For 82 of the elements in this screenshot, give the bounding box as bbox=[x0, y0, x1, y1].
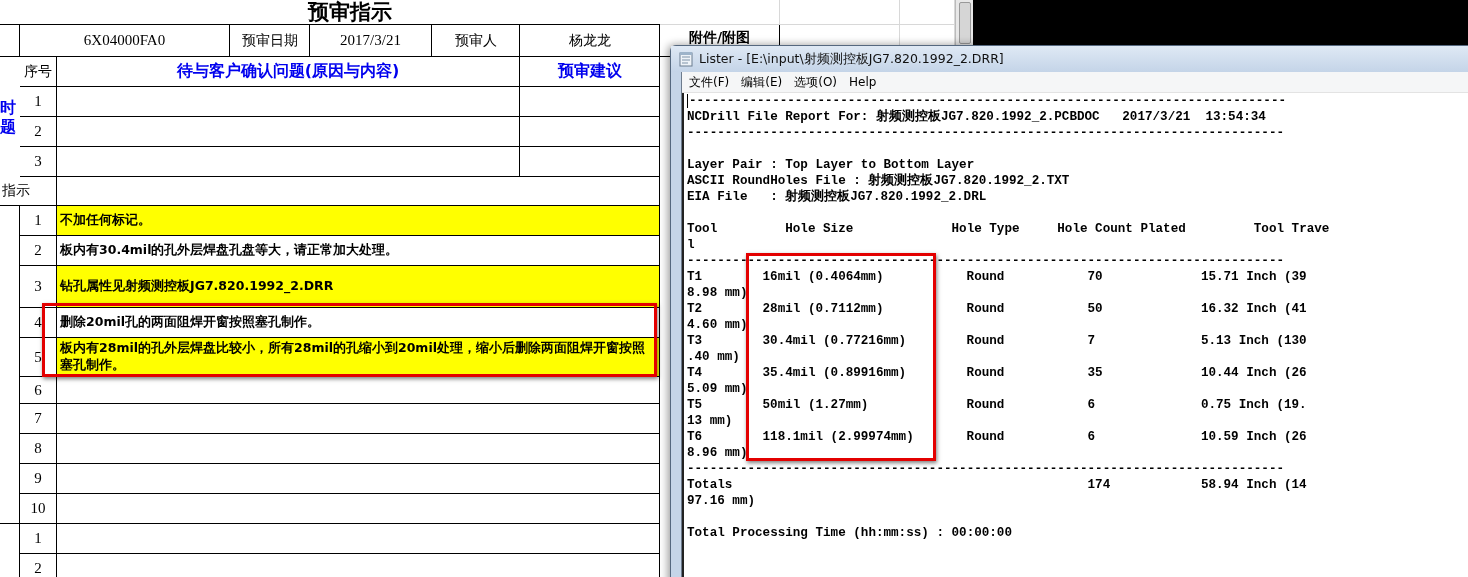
report-cell-text: T2 bbox=[687, 301, 704, 317]
report-cell-text: 118.1mil (2.99974mm) bbox=[762, 429, 915, 445]
report-line: ------------------------------------------------------------------------------- bbox=[687, 125, 1285, 141]
report-cell-text: 8.98 mm) bbox=[687, 285, 749, 301]
table-cell: 7 bbox=[20, 404, 57, 434]
report-cell-text: 10.59 Inch (26 bbox=[1200, 429, 1308, 445]
table-cell: 2 bbox=[20, 236, 57, 266]
report-cell-text: 5.09 mm) bbox=[687, 381, 749, 397]
report-cell-text: Round bbox=[966, 365, 1006, 381]
report-cell-text: 28mil (0.7112mm) bbox=[762, 301, 885, 317]
table-cell: 钻孔属性见射频测控板JG7.820.1992_2.DRR bbox=[57, 266, 660, 308]
report-line: EIA File : 射频测控板JG7.820.1992_2.DRL bbox=[687, 189, 987, 205]
report-cell-text: T4 bbox=[687, 365, 704, 381]
side-label: 时题 bbox=[0, 97, 16, 137]
report-cell-text: Round bbox=[966, 429, 1006, 445]
report-cell-text: 16.32 Inch (41 bbox=[1200, 301, 1308, 317]
menu-item[interactable]: Help bbox=[846, 74, 880, 90]
menu-item[interactable]: 文件(F) bbox=[686, 72, 733, 92]
table-cell: 2017/3/21 bbox=[310, 25, 432, 57]
table-cell: 预审建议 bbox=[520, 57, 660, 87]
table-cell: 预审日期 bbox=[230, 25, 310, 57]
report-cell-text: 50mil (1.27mm) bbox=[762, 397, 870, 413]
report-cell-text: T6 bbox=[687, 429, 704, 445]
report-line: NCDrill File Report For: 射频测控板JG7.820.1992_2.PCBDOC 2017/3/21 13:54:34 bbox=[687, 109, 1266, 125]
report-cell-text: 50 bbox=[1087, 301, 1104, 317]
report-cell-text: 5.13 Inch (130 bbox=[1200, 333, 1308, 349]
report-cell-text: 58.94 Inch (14 bbox=[1200, 477, 1308, 493]
report-line: Tool Hole Size Hole Type Hole Count Plated Tool Trave bbox=[687, 221, 1330, 237]
report-cell-text: 0.75 Inch (19. bbox=[1200, 397, 1308, 413]
report-line: Total Processing Time (hh:mm:ss) : 00:00:00 bbox=[687, 525, 1012, 541]
table-cell: 6 bbox=[20, 377, 57, 404]
report-cell-text: 8.96 mm) bbox=[687, 445, 749, 461]
report-cell-text: T1 bbox=[687, 269, 704, 285]
report-line: ------------------------------------------------------------------------------- bbox=[687, 461, 1285, 477]
table-cell: 9 bbox=[20, 464, 57, 494]
sheet-title: 预审指示 bbox=[308, 0, 392, 26]
table-cell: 2 bbox=[20, 117, 57, 147]
report-cell-text: 4.60 mm) bbox=[687, 317, 749, 333]
table-cell: 序号 bbox=[20, 57, 57, 87]
report-cell-text: 6 bbox=[1087, 397, 1097, 413]
report-cell-text: Totals bbox=[687, 477, 734, 493]
scrollbar[interactable] bbox=[955, 0, 973, 46]
table-cell: 杨龙龙 bbox=[520, 25, 660, 57]
report-line: l bbox=[687, 237, 695, 253]
table-cell: 6X04000FA0 bbox=[20, 25, 230, 57]
menu-item[interactable]: 编辑(E) bbox=[738, 72, 786, 92]
report-line: ------------------------------------------------------------------------------- bbox=[687, 253, 1285, 269]
table-cell: 4 bbox=[20, 308, 57, 338]
report-cell-text: .40 mm) bbox=[687, 349, 741, 365]
report-line: ------------------------------------------------------------------------------- bbox=[689, 93, 1287, 109]
report-cell-text: 174 bbox=[1087, 477, 1112, 493]
report-cell-text: Round bbox=[966, 301, 1006, 317]
table-cell: 1 bbox=[20, 524, 57, 554]
report-cell-text: T5 bbox=[687, 397, 704, 413]
report-cell-text: 30.4mil (0.77216mm) bbox=[762, 333, 908, 349]
table-cell: 2 bbox=[20, 554, 57, 577]
report-cell-text: 7 bbox=[1087, 333, 1097, 349]
report-cell-text: Round bbox=[966, 333, 1006, 349]
report-cell-text: Round bbox=[966, 269, 1006, 285]
report-cell-text: 13 mm) bbox=[687, 413, 734, 429]
report-cell-text: 16mil (0.4064mm) bbox=[762, 269, 885, 285]
report-cell-text: Round bbox=[966, 397, 1006, 413]
report-cell-text: 10.44 Inch (26 bbox=[1200, 365, 1308, 381]
report-line: ASCII RoundHoles File : 射频测控板JG7.820.1992_2.TXT bbox=[687, 173, 1070, 189]
menu-item[interactable]: 选项(O) bbox=[791, 72, 841, 92]
table-cell: 8 bbox=[20, 434, 57, 464]
report-cell-text: 35 bbox=[1087, 365, 1104, 381]
table-cell: 10 bbox=[20, 494, 57, 524]
table-cell: 不加任何标记。 bbox=[57, 206, 660, 236]
notepad-icon bbox=[678, 51, 694, 67]
report-cell-text: 70 bbox=[1087, 269, 1104, 285]
table-cell: 1 bbox=[20, 87, 57, 117]
table-cell: 3 bbox=[20, 147, 57, 177]
report-line: Layer Pair : Top Layer to Bottom Layer bbox=[687, 157, 975, 173]
report-cell-text: 97.16 mm) bbox=[687, 493, 757, 509]
report-cell-text: 6 bbox=[1087, 429, 1097, 445]
report-cell-text: 15.71 Inch (39 bbox=[1200, 269, 1308, 285]
report-cell-text: T3 bbox=[687, 333, 704, 349]
report-cell-text: 35.4mil (0.89916mm) bbox=[762, 365, 908, 381]
table-cell: 预审人 bbox=[432, 25, 520, 57]
table-cell: 指示 bbox=[0, 177, 57, 206]
table-cell: 待与客户确认问题(原因与内容) bbox=[57, 57, 520, 87]
